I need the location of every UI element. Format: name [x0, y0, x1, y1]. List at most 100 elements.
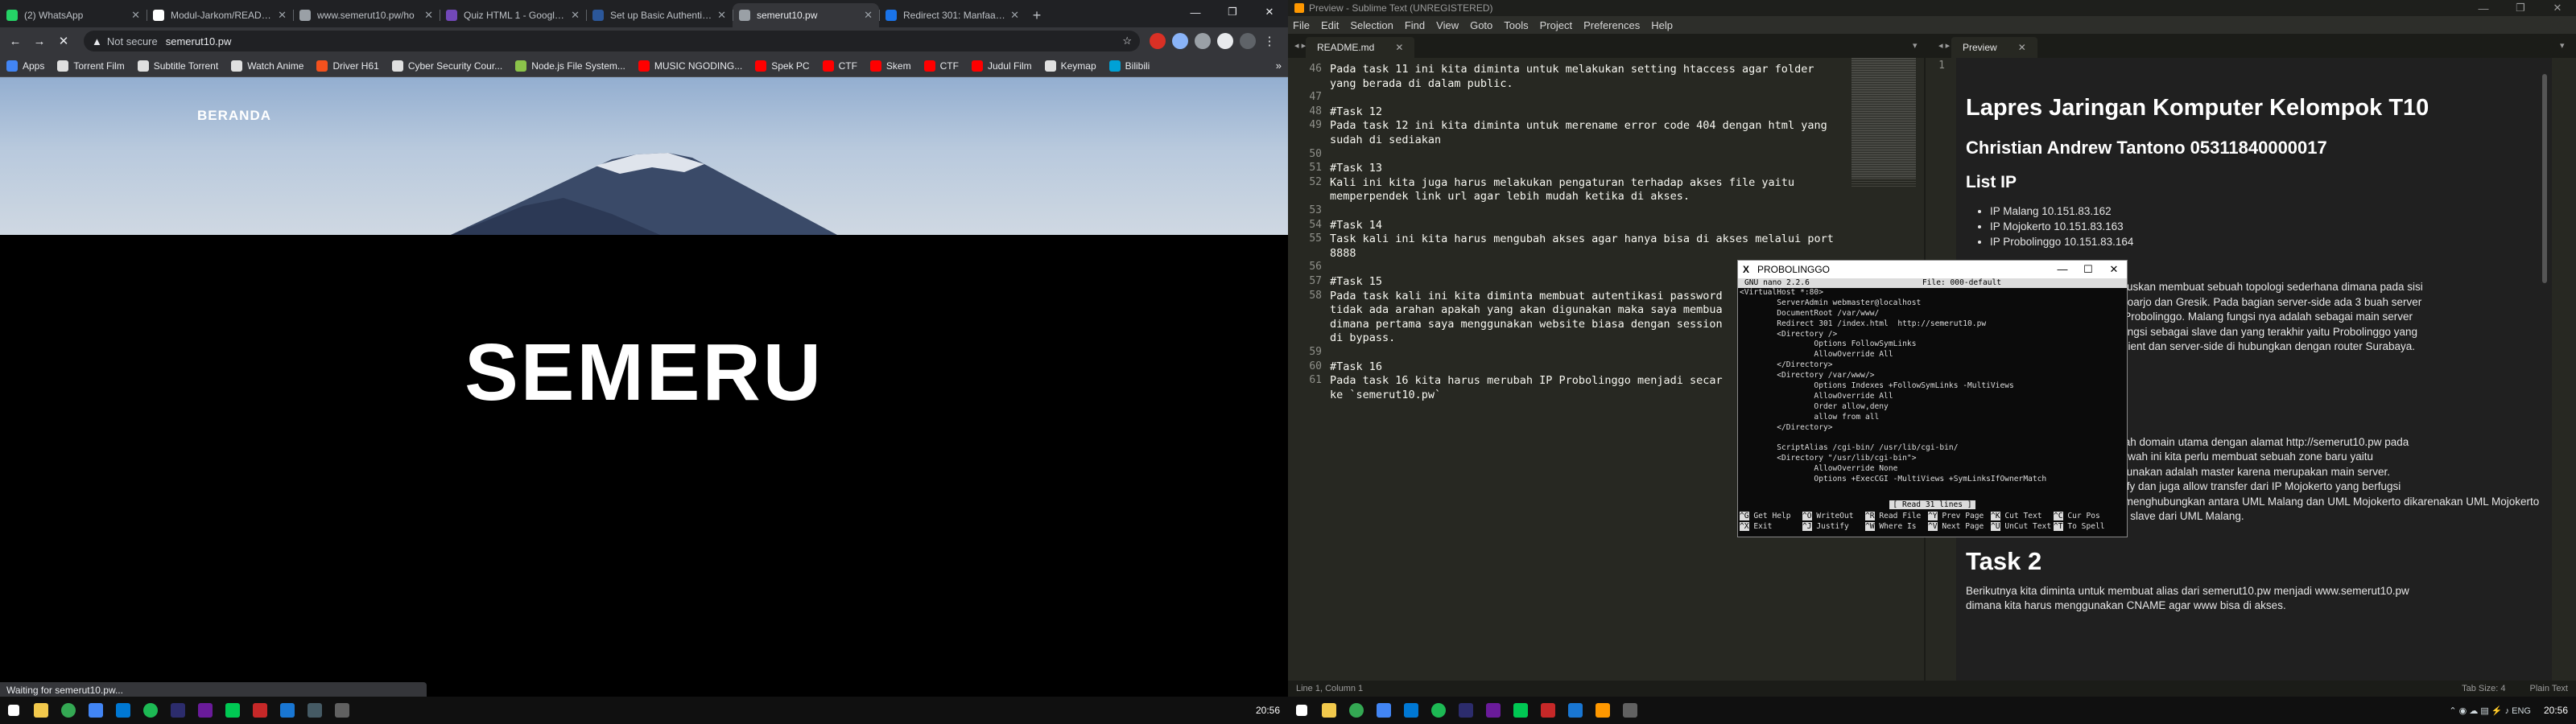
bookmark-item[interactable]: Driver H61	[316, 60, 379, 72]
bookmark-item[interactable]: Keymap	[1044, 60, 1096, 72]
terminal-window[interactable]: X PROBOLINGGO — ☐ ✕ GNU nano 2.2.6 File:…	[1737, 260, 2128, 537]
maximize-button[interactable]: ❐	[1214, 0, 1251, 24]
chrome-icon[interactable]	[57, 699, 80, 722]
nano-editor[interactable]: GNU nano 2.2.6 File: 000-default <Virtua…	[1738, 278, 2127, 537]
start-windows-icon[interactable]	[1290, 699, 1313, 722]
menu-item[interactable]: Find	[1405, 19, 1425, 31]
maximize-button[interactable]: ❐	[2502, 0, 2539, 16]
bookmark-item[interactable]: Judul Film	[971, 60, 1032, 72]
extension-icon[interactable]	[1195, 33, 1211, 49]
code-line[interactable]: 8888	[1288, 247, 1924, 261]
menu-item[interactable]: File	[1293, 19, 1310, 31]
close-tab-icon[interactable]: ✕	[424, 9, 433, 22]
back-button[interactable]: ←	[5, 31, 26, 51]
bookmark-star-icon[interactable]: ☆	[1122, 35, 1132, 47]
browser-tab[interactable]: (2) WhatsApp ✕	[0, 3, 147, 27]
browser-tab[interactable]: Modul-Jarkom/README.m ✕	[147, 3, 293, 27]
menu-item[interactable]: Selection	[1350, 19, 1393, 31]
bookmark-item[interactable]: Watch Anime	[231, 60, 303, 72]
menu-item[interactable]: View	[1436, 19, 1459, 31]
app-icon[interactable]	[85, 699, 107, 722]
close-tab-icon[interactable]: ✕	[131, 9, 140, 22]
app-icon[interactable]	[221, 699, 244, 722]
new-tab-button[interactable]: +	[1026, 3, 1048, 27]
app-icon[interactable]	[276, 699, 299, 722]
menu-item[interactable]: Edit	[1321, 19, 1339, 31]
address-bar[interactable]: ▲ Not secure semerut10.pw ☆	[84, 31, 1140, 51]
nano-text-area[interactable]: <VirtualHost *:80> ServerAdmin webmaster…	[1738, 288, 2127, 485]
bookmark-item[interactable]: MUSIC NGODING...	[638, 60, 742, 72]
menu-item[interactable]: Preferences	[1583, 19, 1640, 31]
menu-dots-icon[interactable]: ⋮	[1259, 31, 1280, 51]
more-bookmarks-icon[interactable]: »	[1276, 60, 1282, 72]
menu-item[interactable]: Help	[1651, 19, 1673, 31]
file-explorer-icon[interactable]	[1318, 699, 1340, 722]
tab-nav-arrows-icon[interactable]: ◂ ▸	[1294, 40, 1306, 51]
close-tab-icon[interactable]: ✕	[1395, 42, 1403, 53]
close-tab-icon[interactable]: ✕	[864, 9, 873, 22]
tab-dropdown-icon[interactable]: ▾	[2560, 40, 2565, 51]
scrollbar[interactable]	[2542, 74, 2547, 283]
puzzle-extensions-icon[interactable]	[1217, 33, 1233, 49]
bookmark-item[interactable]: Subtitle Torrent	[137, 60, 218, 72]
close-tab-icon[interactable]: ✕	[2018, 42, 2026, 53]
bookmark-item[interactable]: Bilibili	[1108, 60, 1150, 72]
code-line[interactable]: 50	[1288, 148, 1924, 162]
browser-tab[interactable]: semerut10.pw ✕	[733, 3, 879, 27]
clock[interactable]: 20:56	[1248, 705, 1288, 716]
app-icon[interactable]	[1509, 699, 1532, 722]
profile-avatar[interactable]	[1240, 33, 1256, 49]
code-line[interactable]: 53	[1288, 204, 1924, 218]
bookmark-item[interactable]: Spek PC	[755, 60, 810, 72]
spotify-icon[interactable]	[1427, 699, 1450, 722]
bookmark-item[interactable]: Node.js File System...	[515, 60, 625, 72]
code-line[interactable]: 52 Kali ini kita juga harus melakukan pen…	[1288, 176, 1924, 190]
file-explorer-icon[interactable]	[30, 699, 52, 722]
nav-link-beranda[interactable]: BERANDA	[197, 108, 271, 124]
extension-icon[interactable]	[1172, 33, 1188, 49]
bookmark-item[interactable]: Skem	[869, 60, 911, 72]
start-windows-icon[interactable]	[2, 699, 25, 722]
app-icon[interactable]	[1482, 699, 1505, 722]
vscode-icon[interactable]	[112, 699, 134, 722]
maximize-button[interactable]: ☐	[2075, 263, 2101, 276]
bookmark-item[interactable]: Torrent Film	[57, 60, 125, 72]
chrome-icon[interactable]	[1345, 699, 1368, 722]
close-tab-icon[interactable]: ✕	[278, 9, 287, 22]
close-button[interactable]: ✕	[1251, 0, 1288, 24]
menu-item[interactable]: Goto	[1470, 19, 1492, 31]
tab-size[interactable]: Tab Size: 4	[2462, 684, 2505, 693]
app-icon[interactable]	[1455, 699, 1477, 722]
bookmark-item[interactable]: Apps	[6, 60, 44, 72]
app-icon[interactable]	[194, 699, 217, 722]
app-icon[interactable]	[167, 699, 189, 722]
minimize-button[interactable]: —	[2050, 263, 2075, 276]
code-line[interactable]: 54 #Task 14	[1288, 219, 1924, 232]
app-icon[interactable]	[1373, 699, 1395, 722]
code-line[interactable]: 49 Pada task 12 ini kita diminta untuk me…	[1288, 119, 1924, 133]
close-tab-icon[interactable]: ✕	[571, 9, 580, 22]
browser-tab[interactable]: www.semerut10.pw/ho ✕	[293, 3, 440, 27]
minimize-button[interactable]: —	[2465, 0, 2502, 16]
tab-dropdown-icon[interactable]: ▾	[1913, 40, 1918, 51]
system-tray-icons[interactable]: ⌃ ◉ ☁ ▤ ⚡ ♪ ENG	[2449, 705, 2531, 716]
xming-icon[interactable]	[331, 699, 353, 722]
bookmark-item[interactable]: CTF	[822, 60, 857, 72]
code-line[interactable]: sudah di sediakan	[1288, 134, 1924, 147]
tab-readme[interactable]: README.md ✕	[1306, 37, 1415, 58]
code-line[interactable]: 48 #Task 12	[1288, 105, 1924, 119]
code-line[interactable]: yang berada di dalam public.	[1288, 77, 1924, 91]
browser-tab[interactable]: Set up Basic Authenticati ✕	[586, 3, 733, 27]
close-tab-icon[interactable]: ✕	[717, 9, 726, 22]
stop-loading-button[interactable]: ✕	[53, 31, 74, 51]
tab-nav-arrows-icon[interactable]: ◂ ▸	[1938, 40, 1950, 51]
close-button[interactable]: ✕	[2101, 263, 2127, 276]
browser-tab[interactable]: Redirect 301: Manfaat d ✕	[879, 3, 1026, 27]
code-line[interactable]: memperpendek link url agar lebih mudah k…	[1288, 190, 1924, 204]
sublime-taskbar-icon[interactable]	[1591, 699, 1614, 722]
app-icon[interactable]	[1537, 699, 1559, 722]
code-line[interactable]: 46 Pada task 11 ini kita diminta untuk me…	[1288, 63, 1924, 76]
menu-item[interactable]: Project	[1540, 19, 1572, 31]
close-button[interactable]: ✕	[2539, 0, 2576, 16]
syntax-mode[interactable]: Plain Text	[2530, 684, 2569, 693]
